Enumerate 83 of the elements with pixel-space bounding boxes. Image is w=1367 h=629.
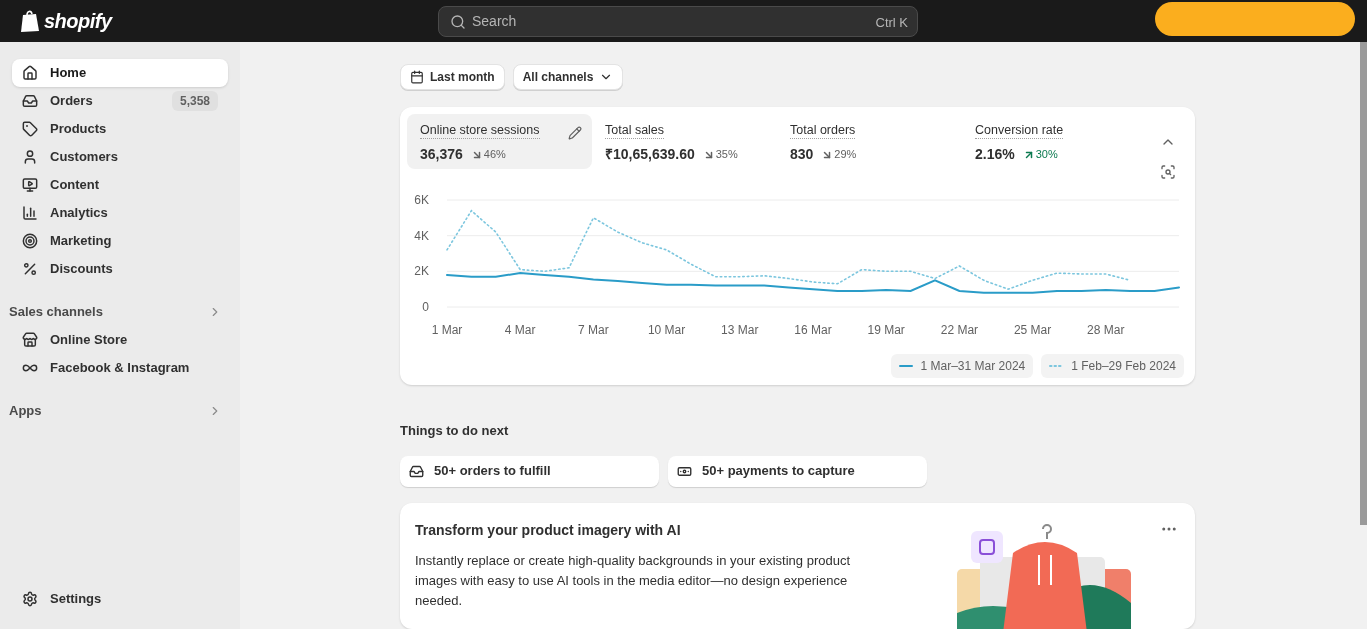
sidebar-item-label: Online Store bbox=[50, 331, 129, 350]
bar-chart-icon bbox=[22, 205, 38, 221]
x-axis-label: 1 Mar bbox=[431, 323, 463, 337]
metric-value: 830 bbox=[790, 145, 814, 164]
monitor-icon bbox=[22, 177, 38, 193]
y-axis-label: 4K bbox=[414, 228, 429, 243]
sidebar-item-label: Home bbox=[50, 64, 88, 83]
legend-item[interactable]: 1 Feb–29 Feb 2024 bbox=[1041, 354, 1184, 378]
legend-label: 1 Feb–29 Feb 2024 bbox=[1071, 358, 1176, 375]
settings-item[interactable]: Settings bbox=[12, 585, 228, 613]
sidebar-item[interactable]: Products bbox=[12, 115, 228, 143]
x-axis-label: 16 Mar bbox=[794, 323, 832, 337]
scrollbar[interactable] bbox=[1360, 42, 1367, 525]
sidebar-item[interactable]: Customers bbox=[12, 143, 228, 171]
sidebar-item[interactable]: Analytics bbox=[12, 199, 228, 227]
sidebar-item-label: Marketing bbox=[50, 232, 113, 251]
sidebar-item-label: Products bbox=[50, 120, 108, 139]
inbox-icon bbox=[22, 93, 38, 109]
person-icon bbox=[22, 149, 38, 165]
chart-search-icon[interactable] bbox=[1160, 164, 1176, 180]
edit-icon[interactable] bbox=[568, 126, 582, 140]
calendar-icon bbox=[410, 70, 424, 84]
legend-item[interactable]: 1 Mar–31 Mar 2024 bbox=[890, 354, 1034, 378]
legend-label: 1 Mar–31 Mar 2024 bbox=[920, 358, 1026, 375]
change-percentage: 29% bbox=[834, 147, 857, 163]
sidebar-item[interactable]: Orders 5,358 bbox=[12, 87, 228, 115]
sidebar-item[interactable]: Home bbox=[12, 59, 228, 87]
sidebar-item-label: Analytics bbox=[50, 204, 109, 223]
y-axis-label: 0 bbox=[422, 300, 429, 314]
percent-icon bbox=[22, 261, 38, 277]
section-header[interactable]: Apps bbox=[9, 397, 228, 425]
settings-icon bbox=[22, 591, 38, 607]
store-icon bbox=[22, 332, 38, 348]
keyboard-shortcut: Ctrl K bbox=[875, 13, 908, 32]
y-axis-label: 6K bbox=[414, 193, 429, 207]
brand-logo: shopify bbox=[44, 9, 112, 34]
shopping-bag-icon bbox=[20, 9, 40, 33]
metric-value: 2.16% bbox=[975, 145, 1015, 164]
sidebar-item-label: Orders bbox=[50, 92, 94, 111]
x-axis-label: 7 Mar bbox=[578, 323, 609, 337]
task-button[interactable]: 50+ orders to fulfill bbox=[400, 455, 659, 487]
change-percentage: 35% bbox=[715, 147, 738, 163]
sidebar-item[interactable]: Discounts bbox=[12, 255, 228, 283]
sidebar-item[interactable]: Marketing bbox=[12, 227, 228, 255]
task-button[interactable]: 50+ payments to capture bbox=[668, 455, 927, 487]
x-axis-label: 13 Mar bbox=[721, 323, 759, 337]
sidebar-item-label: Content bbox=[50, 176, 101, 195]
change-percentage: 30% bbox=[1035, 147, 1058, 163]
x-axis-label: 22 Mar bbox=[940, 323, 979, 337]
metric-tile[interactable]: Online store sessions 36,376 46% bbox=[407, 114, 592, 169]
sidebar-item-label: Facebook & Instagram bbox=[50, 359, 191, 378]
line-icon bbox=[898, 364, 913, 368]
x-axis-label: 25 Mar bbox=[1013, 323, 1052, 337]
sidebar-item[interactable]: Online Store bbox=[12, 326, 228, 354]
home-icon bbox=[22, 65, 38, 81]
x-axis-label: 4 Mar bbox=[504, 323, 536, 337]
count-badge: 5,358 bbox=[171, 91, 218, 111]
metric-label: Online store sessions bbox=[420, 123, 540, 139]
sidebar-item-label: Customers bbox=[50, 148, 119, 167]
metric-label: Total orders bbox=[790, 123, 856, 139]
promo-description: Instantly replace or create high-quality backgrounds in your existing product images with easy to use AI tools in the media editor—no design experience needed. bbox=[415, 551, 852, 610]
metric-label: Conversion rate bbox=[975, 123, 1064, 139]
metric-value: ₹10,65,639.60 bbox=[605, 145, 695, 164]
date-range-button[interactable]: Last month bbox=[400, 64, 505, 90]
section-title: Things to do next bbox=[400, 422, 510, 440]
sidebar-item-label: Discounts bbox=[50, 260, 114, 279]
x-axis-label: 19 Mar bbox=[867, 323, 905, 337]
inbox-icon bbox=[409, 463, 424, 479]
section-header[interactable]: Sales channels bbox=[9, 298, 228, 326]
metric-label: Total sales bbox=[605, 123, 665, 139]
sidebar-item[interactable]: Facebook & Instagram bbox=[12, 354, 228, 382]
change-percentage: 46% bbox=[483, 147, 506, 163]
channel-dropdown[interactable]: All channels bbox=[512, 64, 624, 90]
metric-value: 36,376 bbox=[420, 145, 463, 164]
x-axis-label: 28 Mar bbox=[1087, 323, 1125, 337]
search-icon bbox=[450, 13, 466, 30]
promo-title: Transform your product imagery with AI bbox=[415, 520, 682, 540]
sidebar-item[interactable]: Content bbox=[12, 171, 228, 199]
y-axis-label: 2K bbox=[414, 264, 429, 279]
target-icon bbox=[22, 233, 38, 249]
dotted-line-icon bbox=[1049, 364, 1064, 368]
tag-icon bbox=[22, 121, 38, 137]
x-axis-label: 10 Mar bbox=[647, 323, 686, 337]
